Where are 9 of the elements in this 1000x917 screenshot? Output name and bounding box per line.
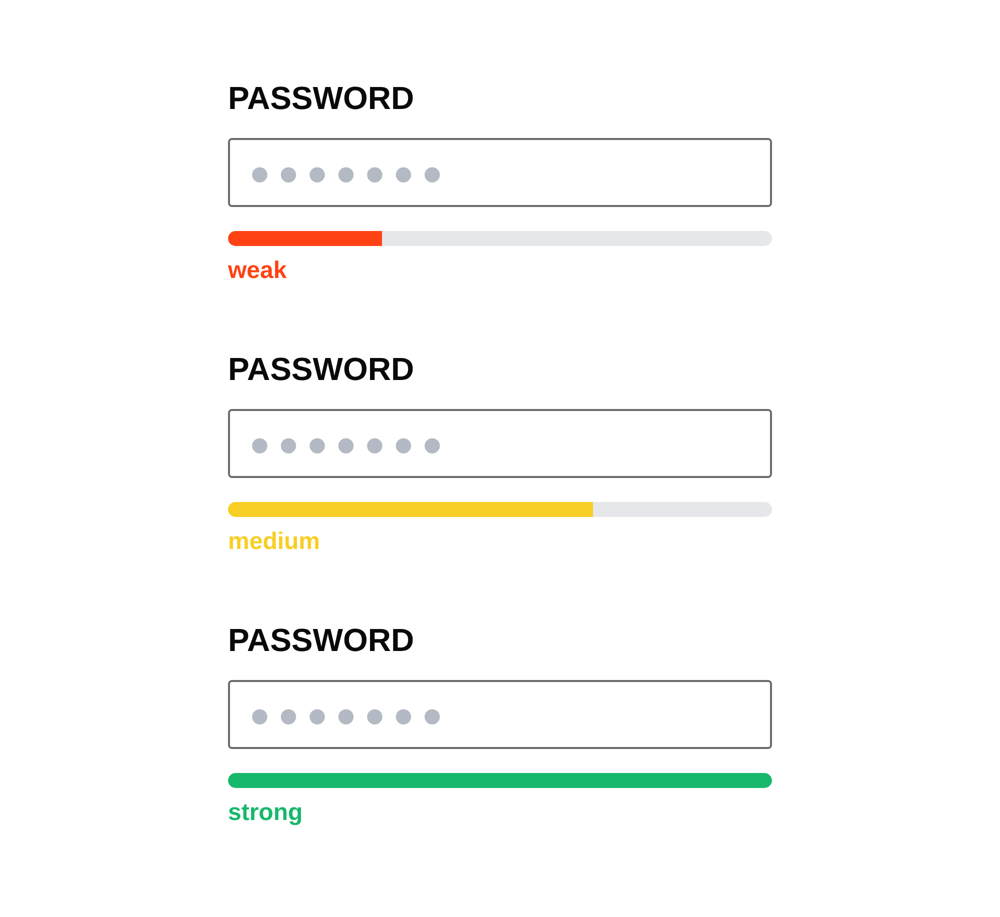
password-field[interactable]: ●●●●●●● xyxy=(228,138,772,207)
field-label: PASSWORD xyxy=(228,351,416,388)
password-field[interactable]: ●●●●●●● xyxy=(228,680,772,749)
strength-label: strong xyxy=(228,799,304,827)
strength-label: weak xyxy=(228,257,288,285)
strength-label: medium xyxy=(228,528,322,556)
field-label: PASSWORD xyxy=(228,622,416,659)
password-field[interactable]: ●●●●●●● xyxy=(228,409,772,478)
field-label: PASSWORD xyxy=(228,80,416,117)
